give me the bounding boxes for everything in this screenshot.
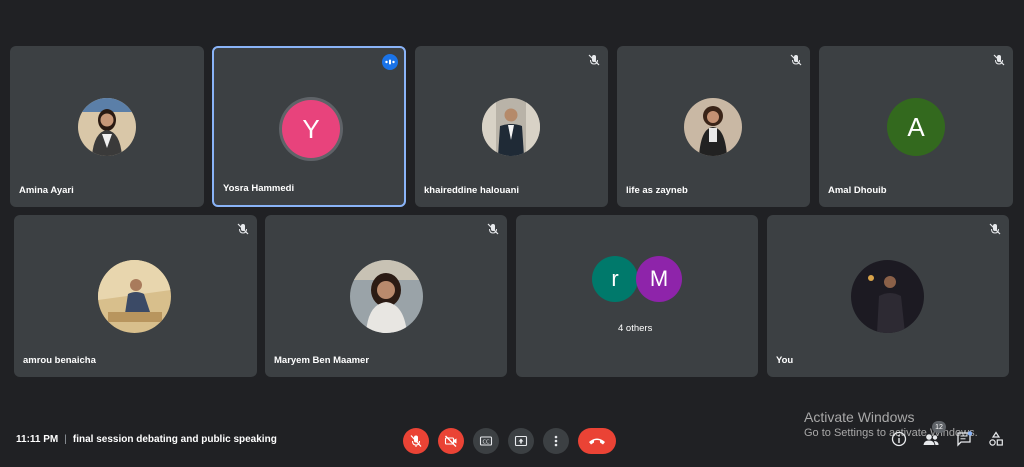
avatar-initial: Y [282, 100, 340, 158]
meeting-details-button[interactable] [890, 430, 908, 448]
mic-off-icon [587, 53, 601, 67]
participant-tile-amal-dhouib[interactable]: A Amal Dhouib [819, 46, 1013, 207]
more-vert-icon [554, 435, 558, 447]
mic-toggle-button[interactable] [403, 428, 429, 454]
camera-off-icon [444, 435, 457, 447]
mic-off-icon [992, 53, 1006, 67]
meeting-title: final session debating and public speaki… [72, 434, 277, 445]
chat-icon [957, 431, 972, 447]
mic-off-icon [486, 222, 500, 236]
avatar-initial: r [592, 256, 638, 302]
avatar [482, 98, 540, 156]
participant-name: Yosra Hammedi [223, 183, 295, 194]
avatar [78, 98, 136, 156]
speaking-indicator-icon [382, 54, 398, 70]
clock: 11:11 PM [16, 434, 59, 445]
avatar-initial: A [887, 98, 945, 156]
participant-tile-maryem-ben-maamer[interactable]: Maryem Ben Maamer [265, 215, 507, 377]
mic-off-icon [410, 435, 422, 447]
activities-icon [989, 431, 1003, 446]
leave-call-button[interactable] [578, 428, 616, 454]
avatar [98, 260, 171, 333]
people-icon [923, 434, 939, 445]
present-button[interactable] [508, 428, 534, 454]
others-count-label: 4 others [618, 323, 653, 334]
info-icon [891, 431, 907, 447]
participant-tile-khaireddine-halouani[interactable]: khaireddine halouani [415, 46, 608, 207]
participants-count-badge: 12 [932, 421, 946, 433]
participant-tile-amrou-benaicha[interactable]: amrou benaicha [14, 215, 257, 377]
watermark-title: Activate Windows [804, 409, 915, 425]
participant-tile-yosra-hammedi[interactable]: Y Yosra Hammedi [212, 46, 406, 207]
participant-name: Amina Ayari [19, 185, 74, 196]
participant-name: Amal Dhouib [828, 185, 887, 196]
avatar [350, 260, 423, 333]
participant-name: You [776, 355, 794, 366]
svg-text:CC: CC [483, 439, 490, 445]
captions-button[interactable]: CC [473, 428, 499, 454]
participant-name: Maryem Ben Maamer [274, 355, 370, 366]
phone-hangup-icon [589, 438, 605, 445]
avatar [851, 260, 924, 333]
chat-button[interactable] [955, 430, 973, 448]
meeting-details: 11:11 PM | final session debating and publ… [16, 434, 277, 445]
activities-button[interactable] [987, 430, 1005, 448]
participant-tile-life-as-zayneb[interactable]: life as zayneb [617, 46, 810, 207]
avatar [684, 98, 742, 156]
participant-name: amrou benaicha [23, 355, 96, 366]
participant-tile-you[interactable]: You [767, 215, 1009, 377]
participant-name: khaireddine halouani [424, 185, 520, 196]
participant-tile-amina-ayari[interactable]: Amina Ayari [10, 46, 204, 207]
participant-name: life as zayneb [626, 185, 688, 196]
mic-off-icon [789, 53, 803, 67]
separator: | [64, 434, 67, 445]
present-icon [514, 435, 528, 447]
mic-off-icon [988, 222, 1002, 236]
participant-tile-others[interactable]: r M 4 others [516, 215, 758, 377]
camera-toggle-button[interactable] [438, 428, 464, 454]
captions-icon: CC [479, 436, 493, 446]
avatar-initial: M [636, 256, 682, 302]
more-options-button[interactable] [543, 428, 569, 454]
mic-off-icon [236, 222, 250, 236]
